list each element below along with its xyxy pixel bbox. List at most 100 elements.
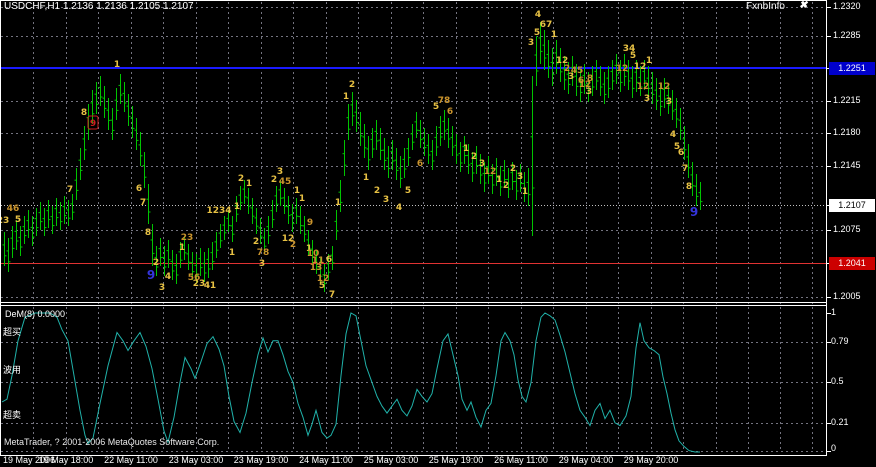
signal-box-number: 9 [90, 119, 96, 129]
count-label: 6 [326, 255, 332, 265]
count-label: 8 [145, 228, 151, 238]
count-label: 2 [510, 164, 516, 174]
time-axis-label: 19 May 18:00 [38, 455, 94, 465]
price-axis-label: 1.2145 [833, 160, 861, 170]
count-label: 5 [630, 51, 636, 61]
count-label: 67 [540, 20, 553, 30]
price-axis-label: 1.2075 [833, 224, 861, 234]
time-axis-label: 23 May 03:00 [168, 455, 224, 465]
time-axis-label: 29 May 04:00 [558, 455, 614, 465]
price-axis-label: 1.2180 [833, 127, 861, 137]
price-axis-label: 1.2005 [833, 291, 861, 301]
indicator-axis-label: 0.79 [831, 336, 849, 346]
count-label: 3 [644, 94, 650, 104]
count-label: 8 [81, 108, 87, 118]
count-label: 12 [634, 62, 647, 72]
count-label: 3 [528, 38, 534, 48]
count-label: 3 [517, 172, 523, 182]
brand-label: FxnbInfo [746, 1, 785, 12]
count-label: 2 [471, 152, 477, 162]
count-label: 1 [463, 144, 469, 154]
indicator-axis-label: 0 [831, 443, 837, 453]
count-label: 1 [299, 194, 305, 204]
count-label: 6 [136, 184, 142, 194]
price-axis-label: 1.2285 [833, 30, 861, 40]
time-axis-label: 23 May 19:00 [233, 455, 289, 465]
count-label: 78 [438, 96, 451, 106]
count-label: 13 [310, 263, 323, 273]
count-label: 1 [496, 175, 502, 185]
count-label: 1 [335, 198, 341, 208]
copyright-text: MetaTrader, ? 2001-2006 MetaQuotes Softw… [4, 437, 220, 447]
count-label: 7 [140, 198, 146, 208]
count-label: 3 [383, 195, 389, 205]
count-label: 2 [374, 186, 380, 196]
count-label: 7 [67, 185, 73, 195]
count-label: 12 [637, 82, 650, 92]
zone-label-oversold: 超卖 [3, 410, 22, 420]
count-label: 23 [181, 233, 194, 243]
count-label: 12 [616, 64, 629, 74]
time-axis-label: 22 May 11:00 [104, 455, 158, 465]
count-label: 12 [658, 82, 671, 92]
count-label: 8 [686, 182, 692, 192]
indicator-axis-label: 1 [831, 307, 837, 317]
count-label: 9 [690, 205, 698, 219]
count-label: 12 [484, 167, 497, 177]
close-icon[interactable]: ✖ [799, 0, 807, 11]
count-label: 1 [246, 179, 252, 189]
count-label: 3 [259, 259, 265, 269]
count-label: 4 [535, 10, 541, 20]
count-label: 1 [363, 173, 369, 183]
zone-label-overbought: 超买 [3, 327, 22, 337]
count-label: 78 [257, 248, 270, 258]
price-axis-label: 1.2215 [833, 95, 861, 105]
zone-label-middle: 波用 [3, 365, 22, 375]
indicator-axis-label: 0.5 [831, 376, 844, 386]
count-label: 6 [417, 159, 423, 169]
current-price-badge: 1.2107 [829, 199, 875, 212]
count-label: 1 [179, 243, 185, 253]
count-label: 4 [165, 272, 171, 282]
price-axis-label: 1.2320 [833, 1, 861, 11]
indicator-axis-label: 0.21 [831, 417, 849, 427]
time-axis-label: 25 May 03:00 [363, 455, 419, 465]
count-label: 9 [307, 218, 313, 228]
count-label: 1 [114, 60, 120, 70]
count-label: 1 [646, 56, 652, 66]
time-axis-label: 29 May 20:00 [623, 455, 679, 465]
count-label: 1 [234, 202, 240, 212]
price-level-badge-blue: 1.2251 [829, 62, 875, 75]
count-label: 1 [229, 248, 235, 258]
count-label: 5 [405, 186, 411, 196]
count-label: 2 [503, 181, 509, 191]
count-label: 2 [253, 237, 259, 247]
time-axis-label: 26 May 11:00 [494, 455, 548, 465]
time-axis-label: 24 May 11:00 [299, 455, 353, 465]
count-label: 2 [290, 240, 296, 250]
count-label: 3 [586, 87, 592, 97]
chart-title: USDCHF,H1 1.2136 1.2136 1.2105 1.2107 [4, 1, 194, 12]
time-axis-label: 25 May 19:00 [428, 455, 484, 465]
chart-canvas[interactable]: 2346578167829341235623411234121127832345… [0, 0, 876, 467]
count-label: 7 [329, 290, 335, 300]
count-label: 1 [210, 281, 216, 291]
count-label: 1 [343, 92, 349, 102]
count-label: 1 [522, 187, 528, 197]
count-label: 46 [7, 204, 20, 214]
count-label: 9 [147, 268, 155, 282]
count-label: 4 [396, 203, 402, 213]
count-label: 3 [277, 167, 283, 177]
count-label: 1234 [206, 206, 231, 216]
count-label: 8 [587, 74, 593, 84]
count-label: 7 [682, 164, 688, 174]
count-label: 1 [551, 30, 557, 40]
count-label: 3 [666, 97, 672, 107]
count-label: 45 [571, 66, 584, 76]
count-label: 2 [349, 80, 355, 90]
indicator-label: DeM(8) 0.0000 [5, 309, 66, 319]
count-label: 5 [319, 281, 325, 291]
count-label: 3 [159, 283, 165, 293]
count-label: 4 [670, 130, 676, 140]
count-label: 6 [678, 148, 684, 158]
